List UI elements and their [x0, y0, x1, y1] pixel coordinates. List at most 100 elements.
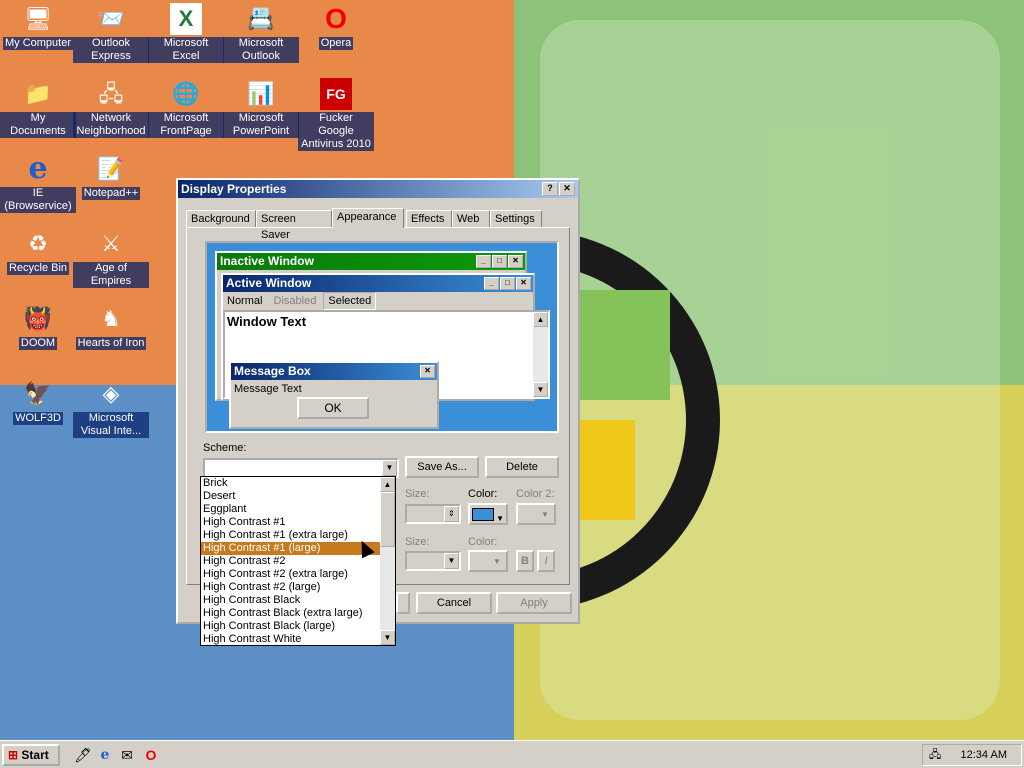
item-size-spinner[interactable]: ⇕: [405, 504, 461, 524]
scheme-option[interactable]: High Contrast #2 (extra large): [201, 568, 381, 581]
desktop-icon-my-computer[interactable]: 🖥 My Computer: [0, 3, 76, 50]
scheme-option[interactable]: High Contrast #1 (extra large): [201, 529, 381, 542]
desktop-icon-label: DOOM: [18, 337, 58, 350]
chevron-down-icon[interactable]: ▼: [382, 460, 397, 476]
desktop-icon-outlook[interactable]: 📇 Microsoft Outlook: [223, 3, 299, 63]
tab-settings[interactable]: Settings: [490, 210, 542, 227]
scheme-option[interactable]: High Contrast Black (extra large): [201, 607, 381, 620]
desktop-icon-label: Age of Empires: [73, 262, 149, 288]
ok-button-partial[interactable]: [396, 592, 410, 614]
bold-button[interactable]: B: [516, 550, 534, 572]
save-as-button[interactable]: Save As...: [405, 456, 479, 478]
desktop-icon-doom[interactable]: 👹 DOOM: [0, 303, 76, 350]
desktop-icon-antivirus[interactable]: FG Fucker Google Antivirus 2010: [298, 78, 374, 151]
desktop-icon-frontpage[interactable]: 🌐 Microsoft FrontPage: [148, 78, 224, 138]
scheme-option[interactable]: High Contrast White: [201, 633, 381, 646]
start-button[interactable]: ⊞ Start: [2, 744, 60, 766]
help-button[interactable]: ?: [542, 182, 558, 196]
ie-quicklaunch-icon[interactable]: e: [96, 746, 114, 764]
desktop-icon-ie[interactable]: e IE (Browservice): [0, 153, 76, 213]
desktop-icon-label: My Documents: [0, 112, 76, 138]
dialog-title-bar[interactable]: Display Properties ? ✕: [178, 180, 578, 198]
font-color-label: Color:: [468, 536, 498, 548]
appearance-preview[interactable]: Inactive Window _ □ ✕ Active Window _ □ …: [205, 241, 559, 433]
desktop-icon-age-of-empires[interactable]: ⚔ Age of Empires: [73, 228, 149, 288]
minimize-icon: _: [476, 255, 491, 268]
opera-quicklaunch-icon[interactable]: O: [142, 746, 160, 764]
cancel-button[interactable]: Cancel: [416, 592, 492, 614]
hearts-of-iron-icon: ♞: [101, 306, 121, 331]
desktop-icon-opera[interactable]: O Opera: [298, 3, 374, 50]
tab-screen-saver[interactable]: Screen Saver: [256, 210, 332, 241]
scroll-down-icon[interactable]: ▼: [380, 630, 395, 645]
preview-message-box[interactable]: Message Box ✕ Message Text OK: [229, 361, 439, 429]
scroll-up-icon[interactable]: ▲: [380, 477, 395, 492]
font-color-button[interactable]: ▼: [468, 550, 508, 572]
desktop-icon-label: Outlook Express: [73, 37, 149, 63]
scheme-label: Scheme:: [203, 442, 247, 454]
show-desktop-icon[interactable]: 🖊: [74, 746, 92, 764]
scheme-option[interactable]: Eggplant: [201, 503, 381, 516]
clock[interactable]: 12:34 AM: [961, 745, 1007, 765]
scheme-option-selected[interactable]: High Contrast #1 (large): [201, 542, 381, 555]
age-of-empires-icon: ⚔: [101, 231, 121, 256]
msgbox-text: Message Text: [234, 383, 302, 395]
font-size-combo[interactable]: ▼: [405, 551, 461, 571]
scroll-up-icon: ▲: [533, 312, 548, 327]
scheme-option[interactable]: Brick: [201, 477, 381, 490]
desktop-icon-network[interactable]: 🖧 Network Neighborhood: [73, 78, 149, 138]
desktop-icon-notepadpp[interactable]: 📝 Notepad++: [73, 153, 149, 200]
excel-icon: X: [170, 3, 202, 35]
desktop-icon-label: Recycle Bin: [6, 262, 70, 275]
network-icon: 🖧: [98, 81, 124, 106]
start-label: Start: [21, 748, 49, 762]
desktop-icon-visual-interdev[interactable]: ◈ Microsoft Visual Inte...: [73, 378, 149, 438]
dialog-title: Display Properties: [181, 182, 287, 196]
color-picker-button[interactable]: ▼: [468, 503, 508, 525]
wallpaper-logo-green-pane: [580, 290, 670, 400]
scheme-option[interactable]: High Contrast #1: [201, 516, 381, 529]
scheme-option[interactable]: High Contrast Black: [201, 594, 381, 607]
desktop-icon-wolf3d[interactable]: 🦅 WOLF3D: [0, 378, 76, 425]
desktop-icon-outlook-express[interactable]: 📨 Outlook Express: [73, 3, 149, 63]
desktop-icon-hearts-of-iron[interactable]: ♞ Hearts of Iron: [73, 303, 149, 350]
scheme-combo[interactable]: ▼: [203, 458, 399, 478]
desktop-icon-label: Microsoft FrontPage: [148, 112, 224, 138]
network-tray-icon[interactable]: 🖧: [929, 749, 941, 761]
scroll-thumb[interactable]: [380, 492, 395, 547]
tab-effects[interactable]: Effects: [406, 210, 452, 227]
dropdown-scrollbar[interactable]: ▲ ▼: [380, 477, 395, 645]
apply-button[interactable]: Apply: [496, 592, 572, 614]
ie-icon: e: [28, 151, 48, 186]
scheme-option[interactable]: High Contrast #2: [201, 555, 381, 568]
recycle-bin-icon: ♻: [28, 231, 48, 256]
desktop-icon-powerpoint[interactable]: 📊 Microsoft PowerPoint: [223, 78, 299, 138]
italic-button[interactable]: I: [537, 550, 555, 572]
tab-web[interactable]: Web: [452, 210, 490, 227]
windows-logo-icon: ⊞: [8, 748, 19, 762]
close-button[interactable]: ✕: [559, 182, 575, 196]
scheme-option[interactable]: Desert: [201, 490, 381, 503]
active-window-title: Active Window: [226, 276, 312, 290]
desktop-icon-recycle-bin[interactable]: ♻ Recycle Bin: [0, 228, 76, 275]
menu-normal[interactable]: Normal: [223, 293, 266, 309]
spinner-icon[interactable]: ⇕: [444, 506, 459, 522]
tab-background[interactable]: Background: [186, 210, 256, 227]
color2-picker-button[interactable]: ▼: [516, 503, 556, 525]
desktop-icon-my-documents[interactable]: 📁 My Documents: [0, 78, 76, 138]
menu-selected[interactable]: Selected: [323, 292, 377, 310]
chevron-down-icon[interactable]: ▼: [444, 553, 459, 569]
doom-icon: 👹: [24, 306, 52, 331]
outlook-quicklaunch-icon[interactable]: ✉: [118, 746, 136, 764]
tab-appearance[interactable]: Appearance: [332, 208, 404, 228]
menu-disabled[interactable]: Disabled: [270, 293, 321, 309]
scheme-dropdown-list[interactable]: Brick Desert Eggplant High Contrast #1 H…: [200, 476, 396, 646]
preview-menu-bar: Normal Disabled Selected: [223, 292, 533, 310]
delete-button[interactable]: Delete: [485, 456, 559, 478]
scheme-option[interactable]: High Contrast #2 (large): [201, 581, 381, 594]
preview-scrollbar[interactable]: ▲ ▼: [533, 312, 548, 397]
msgbox-ok-button[interactable]: OK: [297, 397, 369, 419]
desktop-icon-label: Microsoft PowerPoint: [223, 112, 299, 138]
scheme-option[interactable]: High Contrast Black (large): [201, 620, 381, 633]
desktop-icon-excel[interactable]: X Microsoft Excel: [148, 3, 224, 63]
